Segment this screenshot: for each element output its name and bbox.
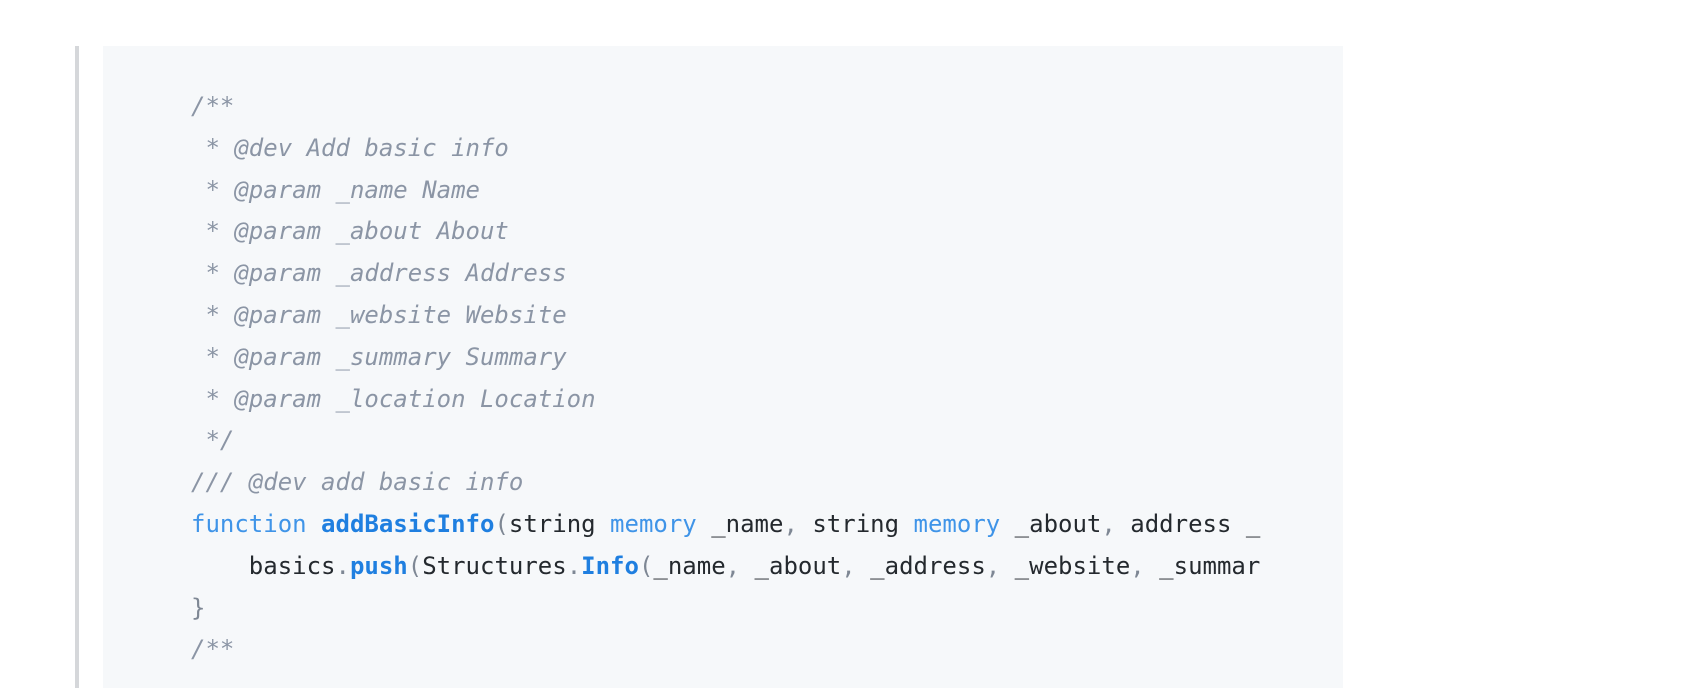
code-token-comment: /// @dev add basic info [191, 468, 524, 497]
code-token-plain: string [508, 509, 596, 538]
code-token-plain: _name [653, 551, 726, 580]
code-token-keyword: memory [610, 509, 697, 538]
code-token-plain: basics [191, 551, 336, 580]
code-line: */ [103, 420, 1343, 462]
code-line: /** [103, 86, 1343, 128]
code-token-comment: * @dev Add basic info [191, 133, 509, 162]
code-token-punct: . [335, 551, 350, 580]
code-token-punct: , [1101, 509, 1116, 538]
code-line: /// @dev add basic info [103, 462, 1343, 504]
code-token-plain: _name [696, 509, 784, 538]
code-token-comment: * @param _about About [191, 217, 509, 246]
code-line: * @param _location Location [103, 379, 1343, 421]
code-line: * @param _name Name [103, 170, 1343, 212]
code-token-method: Info [581, 551, 639, 580]
code-token-keyword: memory [913, 509, 1001, 538]
code-token-keyword: function [191, 509, 307, 538]
code-token-method: push [349, 551, 408, 580]
code-token-plain: _summar [1144, 551, 1261, 580]
code-line: * @param _website Website [103, 295, 1343, 337]
code-token-comment: * @param _address Address [191, 259, 567, 288]
code-line: * @param _address Address [103, 253, 1343, 295]
code-line: * @dev Add basic info [103, 128, 1343, 170]
code-token-punct: ( [494, 509, 509, 538]
code-line: * @param _about About [103, 211, 1343, 253]
page-canvas: /** * @dev Add basic info * @param _name… [0, 0, 1694, 688]
code-line: /** [103, 629, 1343, 671]
code-token-plain: _about [1000, 509, 1102, 538]
code-token-punct: , [783, 509, 798, 538]
code-listing[interactable]: /** * @dev Add basic info * @param _name… [103, 46, 1343, 671]
code-token-punct: } [191, 593, 206, 622]
code-token-plain: _about [740, 551, 842, 580]
code-token-plain: _address [855, 551, 986, 580]
code-token-plain: address _ [1115, 509, 1261, 538]
code-block[interactable]: /** * @dev Add basic info * @param _name… [103, 46, 1343, 688]
code-token-comment: * @param _name Name [191, 175, 480, 204]
code-token-comment: /** [191, 92, 235, 120]
code-line: basics.push(Structures.Info(_name, _abou… [103, 546, 1343, 588]
code-token-punct: , [1130, 551, 1145, 580]
code-token-punct: , [841, 551, 856, 580]
code-token-plain: string [797, 509, 900, 538]
code-line: function addBasicInfo(string memory _nam… [103, 504, 1343, 546]
code-token-punct: ( [638, 551, 654, 580]
code-token-comment: * @param _website Website [191, 300, 567, 329]
code-token-comment: * @param _location Location [191, 384, 596, 413]
code-line: } [103, 588, 1343, 630]
code-token-punct: , [725, 551, 741, 580]
code-token-punct: ( [407, 551, 423, 580]
code-token-punct: . [566, 551, 582, 580]
code-token-comment: * @param _summary Summary [191, 342, 567, 371]
code-token-plain: _website [1000, 551, 1131, 580]
code-token-function: addBasicInfo [321, 509, 495, 538]
code-token-comment: /** [191, 635, 235, 664]
code-token-punct: , [985, 551, 1001, 580]
code-token-plain: Structures [422, 551, 567, 580]
code-line: * @param _summary Summary [103, 337, 1343, 379]
code-token-comment: */ [191, 426, 235, 455]
blockquote-left-rule [75, 46, 79, 688]
